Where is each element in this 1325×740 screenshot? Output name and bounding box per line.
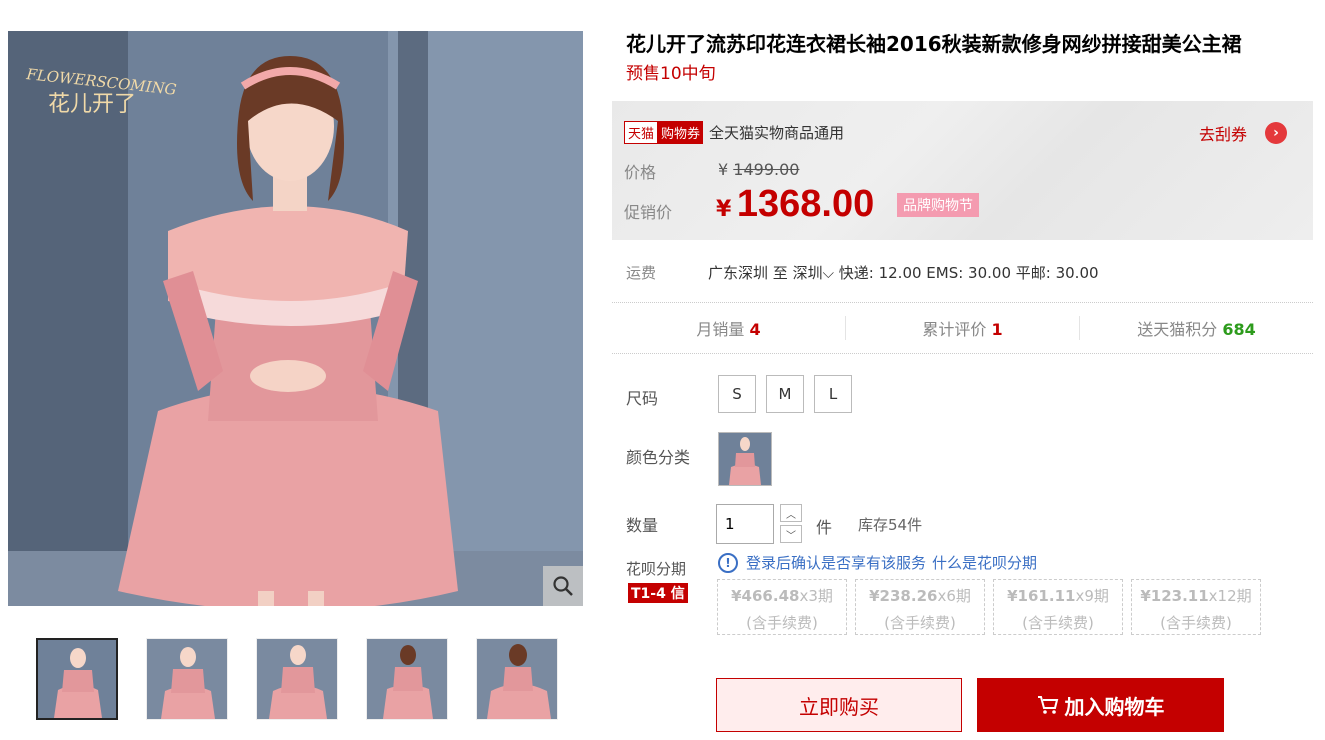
size-option-l[interactable]: L — [814, 375, 852, 413]
stat-label: 月销量 — [696, 320, 745, 339]
divider — [612, 353, 1313, 354]
product-title: 花儿开了流苏印花连衣裙长袖2016秋装新款修身网纱拼接甜美公主裙 — [626, 32, 1242, 56]
scratch-coupon-link[interactable]: 去刮券 › — [1199, 121, 1287, 145]
installment-option[interactable]: ¥161.11x9期 (含手续费) — [993, 579, 1123, 635]
shipping-label: 运费 — [626, 264, 657, 282]
installment-amount: ¥123.11 — [1140, 587, 1209, 605]
promo-price-label: 促销价 — [624, 203, 673, 222]
thumbnail-list — [36, 638, 558, 720]
ship-from: 广东深圳 — [708, 264, 769, 282]
size-option-m[interactable]: M — [766, 375, 804, 413]
price-label: 价格 — [624, 163, 657, 182]
thumbnail-2[interactable] — [146, 638, 228, 720]
promo-price: ¥ 1368.00 — [716, 183, 874, 226]
installment-fee: (含手续费) — [884, 614, 956, 632]
add-to-cart-button[interactable]: 加入购物车 — [977, 678, 1224, 732]
price-box: 天猫 购物券 全天猫实物商品通用 去刮券 › 价格 ¥ 1499.00 促销价 … — [612, 101, 1313, 240]
stat-reviews[interactable]: 累计评价 1 — [846, 316, 1079, 340]
size-option-s[interactable]: S — [718, 375, 756, 413]
ship-to-selector[interactable]: 深圳⌵ — [793, 264, 834, 282]
installment-options: ¥466.48x3期 (含手续费) ¥238.26x6期 (含手续费) ¥161… — [717, 579, 1261, 635]
product-main-image[interactable]: FLOWERSCOMING 花儿开了 — [8, 31, 583, 606]
quantity-decrease-button[interactable]: ﹀ — [780, 525, 802, 543]
shipping-info: 广东深圳 至 深圳⌵ 快递: 12.00 EMS: 30.00 平邮: 30.0… — [708, 262, 1099, 283]
thumbnail-5[interactable] — [476, 638, 558, 720]
huabei-login-tip[interactable]: 登录后确认是否享有该服务 — [746, 552, 926, 573]
stats-row: 月销量 4 累计评价 1 送天猫积分 684 — [612, 303, 1313, 353]
stat-label: 累计评价 — [922, 320, 987, 339]
stat-value: 684 — [1222, 320, 1256, 339]
stock-count: 库存54件 — [858, 516, 923, 534]
product-photo: FLOWERSCOMING 花儿开了 — [8, 31, 583, 606]
quantity-increase-button[interactable]: ︿ — [780, 504, 802, 522]
original-price: ¥ 1499.00 — [718, 160, 799, 179]
add-cart-label: 加入购物车 — [1064, 694, 1165, 719]
color-option[interactable] — [718, 432, 772, 486]
installment-amount: ¥161.11 — [1007, 587, 1076, 605]
promo-price-value: 1368.00 — [736, 183, 875, 225]
stat-monthly-sales: 月销量 4 — [612, 316, 845, 340]
installment-periods: x3期 — [799, 587, 833, 605]
quantity-unit: 件 — [816, 518, 833, 537]
stat-value: 4 — [749, 320, 761, 339]
installment-periods: x6期 — [937, 587, 971, 605]
stat-value: 1 — [991, 320, 1003, 339]
ship-rates: 快递: 12.00 EMS: 30.00 平邮: 30.00 — [838, 264, 1099, 282]
original-currency: ¥ — [718, 160, 729, 179]
size-options: S M L — [718, 375, 852, 413]
watermark-cn: 花儿开了 — [48, 92, 136, 117]
installment-periods: x12期 — [1208, 587, 1252, 605]
ship-to-prefix: 至 — [772, 264, 788, 282]
size-label: 尺码 — [626, 389, 659, 408]
coupon-tag: 购物券 — [658, 121, 704, 144]
quantity-label: 数量 — [626, 516, 659, 535]
cart-icon — [1037, 696, 1058, 714]
info-icon: ! — [718, 552, 738, 573]
scratch-label: 去刮券 — [1198, 125, 1247, 144]
shipping-row: 运费 广东深圳 至 深圳⌵ 快递: 12.00 EMS: 30.00 平邮: 3… — [626, 262, 1099, 283]
quantity-input[interactable] — [716, 504, 774, 544]
ship-to: 深圳 — [792, 264, 823, 282]
installment-fee: (含手续费) — [746, 614, 818, 632]
promo-currency: ¥ — [716, 197, 732, 222]
color-label: 颜色分类 — [626, 448, 691, 467]
installment-amount: ¥466.48 — [731, 587, 800, 605]
tmall-tag: 天猫 — [624, 121, 659, 144]
thumbnail-4[interactable] — [366, 638, 448, 720]
product-subtitle: 预售10中旬 — [626, 64, 716, 84]
installment-fee: (含手续费) — [1160, 614, 1232, 632]
installment-amount: ¥238.26 — [869, 587, 938, 605]
huabei-credit-badge: T1-4 信 — [628, 583, 688, 603]
thumbnail-3[interactable] — [256, 638, 338, 720]
installment-option[interactable]: ¥238.26x6期 (含手续费) — [855, 579, 985, 635]
magnifier-icon — [553, 576, 573, 596]
stat-points: 送天猫积分 684 — [1080, 316, 1313, 340]
stat-label: 送天猫积分 — [1137, 320, 1218, 339]
arrow-right-circle-icon: › — [1265, 122, 1287, 144]
coupon-text: 全天猫实物商品通用 — [709, 124, 845, 142]
installment-fee: (含手续费) — [1022, 614, 1094, 632]
coupon-row: 天猫 购物券 全天猫实物商品通用 — [624, 121, 844, 144]
buy-now-button[interactable]: 立即购买 — [716, 678, 962, 732]
chevron-down-icon: ⌵ — [822, 264, 834, 282]
huabei-tip: ! 登录后确认是否享有该服务 什么是花呗分期 — [718, 552, 1037, 573]
installment-option[interactable]: ¥466.48x3期 (含手续费) — [717, 579, 847, 635]
installment-option[interactable]: ¥123.11x12期 (含手续费) — [1131, 579, 1261, 635]
promo-badge: 品牌购物节 — [897, 193, 979, 217]
huabei-label: 花呗分期 — [626, 560, 687, 578]
thumbnail-1[interactable] — [36, 638, 118, 720]
huabei-info-link[interactable]: 什么是花呗分期 — [932, 552, 1037, 573]
zoom-button[interactable] — [543, 566, 583, 606]
installment-periods: x9期 — [1075, 587, 1109, 605]
original-price-value: 1499.00 — [733, 160, 800, 179]
